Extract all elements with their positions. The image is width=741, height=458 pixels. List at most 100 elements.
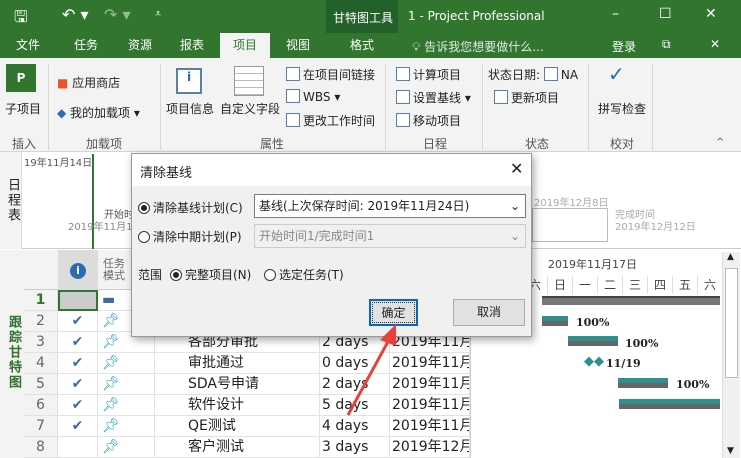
- calculate-icon: [396, 67, 410, 81]
- tab-resource[interactable]: 资源: [116, 33, 164, 58]
- row-number[interactable]: 8: [24, 437, 58, 458]
- row-number[interactable]: 4: [24, 353, 58, 374]
- close-file-icon[interactable]: ✕: [710, 37, 720, 51]
- tab-file[interactable]: 文件: [8, 33, 48, 58]
- row-number[interactable]: 5: [24, 374, 58, 395]
- indicator-cell[interactable]: ✔: [58, 311, 98, 332]
- indicator-cell[interactable]: ✔: [58, 332, 98, 353]
- indicator-cell[interactable]: ✔: [58, 395, 98, 416]
- scope-entire-project-radio[interactable]: 完整项目(N): [170, 266, 251, 283]
- tab-view[interactable]: 视图: [276, 33, 320, 58]
- scope-selected-tasks-radio[interactable]: 选定任务(T): [264, 266, 344, 283]
- task-mode-cell[interactable]: 📌︎: [98, 374, 155, 395]
- baseline-icon: [396, 90, 410, 104]
- link-projects-button[interactable]: 在项目间链接: [286, 66, 375, 83]
- sign-in-link[interactable]: 登录: [612, 38, 636, 55]
- dialog-close-icon[interactable]: ✕: [510, 159, 523, 178]
- row-number[interactable]: 2: [24, 311, 58, 332]
- indicator-cell[interactable]: [58, 290, 98, 311]
- tab-format[interactable]: 格式: [326, 33, 398, 58]
- title-bar: 🖫 ↶ ▾ ↷ ▾ ⩡ 甘特图工具 1 - Project Profession…: [0, 0, 741, 58]
- project-info-button[interactable]: 项目信息: [166, 100, 214, 117]
- start-cell[interactable]: 2019年11月: [390, 416, 470, 437]
- calendar-clock-icon: [286, 113, 300, 127]
- group-label-status: 状态: [525, 137, 550, 151]
- task-mode-cell[interactable]: 📌︎: [98, 353, 155, 374]
- close-window-icon[interactable]: ✕: [705, 6, 717, 22]
- my-addins-button[interactable]: ◆ 我的加载项 ▾: [57, 104, 140, 121]
- cancel-button[interactable]: 取消: [453, 299, 525, 326]
- gantt-bar-task-6[interactable]: [619, 399, 720, 409]
- task-mode-cell[interactable]: 📌︎: [98, 437, 155, 458]
- task-name-cell[interactable]: 客户测试: [155, 437, 320, 458]
- clear-baseline-radio[interactable]: 清除基线计划(C): [138, 199, 243, 216]
- move-project-button[interactable]: 移动项目: [396, 112, 461, 129]
- tab-task[interactable]: 任务: [64, 33, 108, 58]
- tab-report[interactable]: 报表: [170, 33, 214, 58]
- start-cell[interactable]: 2019年11月: [390, 353, 470, 374]
- undo-icon[interactable]: ↶ ▾: [62, 5, 89, 24]
- baseline-select[interactable]: 基线(上次保存时间: 2019年11月24日) ⌄: [254, 194, 526, 218]
- start-cell[interactable]: 2019年11月: [390, 395, 470, 416]
- scrollbar-thumb[interactable]: [725, 268, 738, 378]
- indicator-cell[interactable]: ✔: [58, 416, 98, 437]
- complete-check-icon: ✔: [71, 313, 84, 329]
- app-store-button[interactable]: ■ 应用商店: [57, 74, 120, 91]
- gantt-bar-task-3[interactable]: [568, 336, 618, 346]
- info-column-header[interactable]: i: [58, 250, 98, 290]
- scroll-down-icon[interactable]: ▼: [727, 446, 734, 456]
- row-number[interactable]: 3: [24, 332, 58, 353]
- timeline-start-top: 19年11月14日: [24, 158, 93, 169]
- task-name-cell[interactable]: 软件设计: [155, 395, 320, 416]
- update-icon: [494, 90, 508, 104]
- red-arrow-annotation: [346, 324, 396, 416]
- gantt-bar-task-2[interactable]: [542, 316, 568, 326]
- save-icon[interactable]: 🖫: [14, 6, 28, 33]
- wbs-icon: [286, 89, 300, 103]
- row-number[interactable]: 6: [24, 395, 58, 416]
- status-date-button[interactable]: 状态日期: NA: [488, 66, 578, 83]
- collapse-ribbon-icon[interactable]: ^: [716, 137, 724, 148]
- scroll-up-icon[interactable]: ▲: [727, 252, 734, 262]
- start-cell[interactable]: 2019年11月: [390, 374, 470, 395]
- row-number[interactable]: 1: [24, 290, 58, 311]
- spelling-button[interactable]: 拼写检查: [598, 100, 646, 117]
- ribbon: P 子项目 ■ 应用商店 ◆ 我的加载项 ▾ i 项目信息 自定义字段 在项目间…: [0, 58, 741, 152]
- start-cell[interactable]: 2019年12月: [390, 437, 470, 458]
- clear-interim-radio[interactable]: 清除中期计划(P): [138, 228, 242, 245]
- task-mode-cell[interactable]: 📌︎: [98, 395, 155, 416]
- task-name-cell[interactable]: QE测试: [155, 416, 320, 437]
- manual-pin-icon: 📌︎: [102, 397, 120, 413]
- subproject-button[interactable]: 子项目: [5, 100, 41, 117]
- complete-check-icon: ✔: [71, 334, 84, 350]
- duration-cell[interactable]: 3 days: [320, 437, 390, 458]
- maximize-icon[interactable]: ☐: [659, 6, 672, 22]
- redo-icon[interactable]: ↷ ▾: [104, 5, 131, 24]
- indicator-cell[interactable]: ✔: [58, 374, 98, 395]
- tab-project[interactable]: 项目: [220, 33, 270, 58]
- update-project-button[interactable]: 更新项目: [494, 89, 559, 106]
- ribbon-tabs: 文件 任务 资源 报表 项目 视图 格式 💡︎ 告诉我您想要做什么... 登录 …: [0, 33, 741, 58]
- set-baseline-button[interactable]: 设置基线 ▾: [396, 89, 471, 106]
- wbs-button[interactable]: WBS ▾: [286, 89, 340, 104]
- task-name-cell[interactable]: 审批通过: [155, 353, 320, 374]
- manual-pin-icon: 📌︎: [102, 355, 120, 371]
- ribbon-display-icon[interactable]: ⧉: [662, 37, 671, 52]
- vertical-scrollbar[interactable]: ▲ ▼: [722, 252, 740, 458]
- custom-fields-button[interactable]: 自定义字段: [220, 100, 280, 117]
- indicator-cell[interactable]: [58, 437, 98, 458]
- task-name-cell[interactable]: SDA号申请: [155, 374, 320, 395]
- indicator-cell[interactable]: ✔: [58, 353, 98, 374]
- task-mode-header[interactable]: 任务模式: [103, 258, 129, 282]
- change-working-time-button[interactable]: 更改工作时间: [286, 112, 375, 129]
- row-number[interactable]: 7: [24, 416, 58, 437]
- minimize-icon[interactable]: –: [612, 6, 619, 22]
- calculate-project-button[interactable]: 计算项目: [396, 66, 461, 83]
- gantt-bar-task-5[interactable]: [618, 378, 668, 388]
- context-tab-label: 甘特图工具: [333, 11, 394, 25]
- customize-qat-icon[interactable]: ⩡: [155, 7, 161, 21]
- task-mode-cell[interactable]: 📌︎: [98, 416, 155, 437]
- tell-me-search[interactable]: 💡︎ 告诉我您想要做什么...: [412, 38, 544, 55]
- interim-select[interactable]: 开始时间1/完成时间1 ⌄: [254, 224, 526, 248]
- gantt-day-header: 三: [622, 276, 647, 294]
